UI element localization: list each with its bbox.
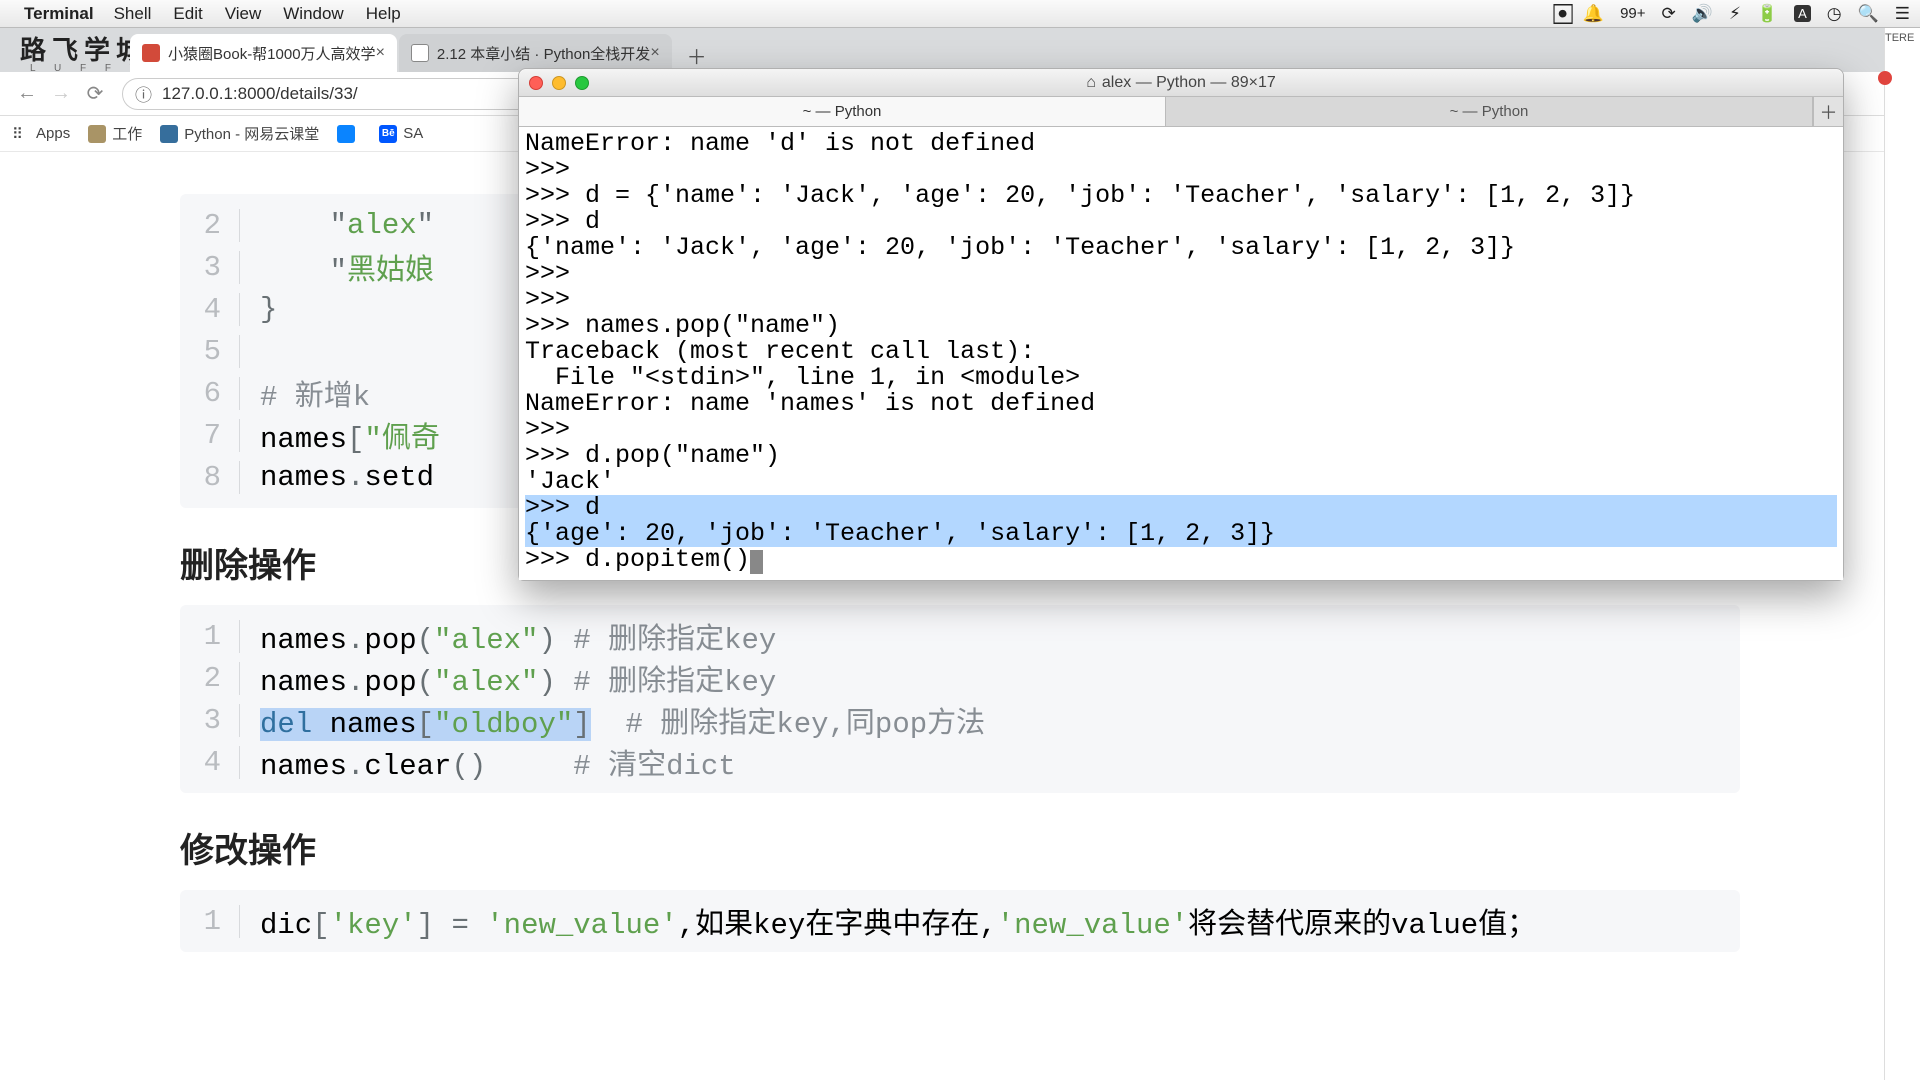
control-center-icon[interactable]: ☰ xyxy=(1895,4,1910,24)
input-source-icon[interactable]: A xyxy=(1794,5,1811,22)
tab-title: 小猿圈Book-帮1000万人高效学 xyxy=(168,43,376,64)
back-button[interactable]: ← xyxy=(10,77,44,111)
menu-edit[interactable]: Edit xyxy=(173,4,202,24)
wifi-icon[interactable]: ⚡︎ xyxy=(1729,4,1741,24)
code-line: 1dic['key'] = 'new_value',如果key在字典中存在,'n… xyxy=(180,900,1740,942)
clock-icon[interactable]: ◷ xyxy=(1827,4,1842,24)
window-close-button[interactable] xyxy=(529,76,543,90)
macos-menubar: Terminal Shell Edit View Window Help ⏺⃞ … xyxy=(0,0,1920,28)
menu-view[interactable]: View xyxy=(225,4,262,24)
url-text: 127.0.0.1:8000/details/33/ xyxy=(162,84,358,104)
terminal-cursor xyxy=(750,550,763,574)
code-block-3: 1dic['key'] = 'new_value',如果key在字典中存在,'n… xyxy=(180,890,1740,952)
behance-icon: Bē xyxy=(379,125,397,143)
window-minimize-button[interactable] xyxy=(552,76,566,90)
bookmark-item[interactable]: BēSA xyxy=(379,125,423,143)
terminal-titlebar[interactable]: ⌂ alex — Python — 89×17 xyxy=(519,69,1843,97)
bookmark-item[interactable] xyxy=(337,125,361,143)
apps-button[interactable]: ⠿Apps xyxy=(12,125,70,143)
bookmark-python[interactable]: Python - 网易云课堂 xyxy=(160,123,319,144)
notification-bell-icon[interactable]: 🔔 xyxy=(1583,4,1604,24)
terminal-tab-active[interactable]: ~ — Python xyxy=(519,97,1166,126)
favicon-icon xyxy=(142,44,160,62)
notification-count: 99+ xyxy=(1620,5,1645,22)
code-block-2: 1names.pop("alex") # 删除指定key2names.pop("… xyxy=(180,605,1740,793)
terminal-window[interactable]: ⌂ alex — Python — 89×17 ~ — Python ~ — P… xyxy=(518,68,1844,581)
favicon-icon xyxy=(411,44,429,62)
window-zoom-button[interactable] xyxy=(575,76,589,90)
menu-window[interactable]: Window xyxy=(283,4,343,24)
python-icon xyxy=(160,125,178,143)
tab-close-icon[interactable]: × xyxy=(650,44,659,62)
terminal-title: ⌂ alex — Python — 89×17 xyxy=(1086,74,1276,92)
battery-icon[interactable]: 🔋 xyxy=(1757,4,1778,24)
code-line: 3del names["oldboy"] # 删除指定key,同pop方法 xyxy=(180,699,1740,741)
spotlight-icon[interactable]: 🔍 xyxy=(1858,4,1879,24)
section-heading-modify: 修改操作 xyxy=(180,823,1740,872)
site-info-icon[interactable]: ⓘ xyxy=(135,81,152,106)
terminal-tab-inactive[interactable]: ~ — Python xyxy=(1166,97,1813,126)
terminal-tabbar: ~ — Python ~ — Python ＋ xyxy=(519,97,1843,127)
apps-grid-icon: ⠿ xyxy=(12,125,30,143)
terminal-new-tab-button[interactable]: ＋ xyxy=(1813,97,1843,126)
site-logo: 路飞学城 xyxy=(20,30,148,67)
extension-badge-icon[interactable] xyxy=(1878,71,1892,85)
browser-tab-inactive[interactable]: 2.12 本章小结 · Python全栈开发 × xyxy=(399,34,672,72)
forward-button[interactable]: → xyxy=(44,77,78,111)
screen-record-icon[interactable]: ⏺⃞ xyxy=(1558,4,1567,24)
code-line: 4names.clear() # 清空dict xyxy=(180,741,1740,783)
menu-shell[interactable]: Shell xyxy=(114,4,152,24)
reload-button[interactable]: ⟳ xyxy=(78,77,112,111)
code-line: 1names.pop("alex") # 删除指定key xyxy=(180,615,1740,657)
code-line: 2names.pop("alex") # 删除指定key xyxy=(180,657,1740,699)
tab-title: 2.12 本章小结 · Python全栈开发 xyxy=(437,43,650,64)
browser-tabstrip: 小猿圈Book-帮1000万人高效学 × 2.12 本章小结 · Python全… xyxy=(0,28,1920,72)
tab-close-icon[interactable]: × xyxy=(376,44,385,62)
menubar-app-name[interactable]: Terminal xyxy=(24,4,94,24)
bookmark-icon xyxy=(337,125,355,143)
new-tab-button[interactable]: ＋ xyxy=(680,38,714,72)
home-icon: ⌂ xyxy=(1086,74,1096,92)
right-edge-partial: TERE xyxy=(1884,28,1920,1080)
sync-icon[interactable]: ⟳ xyxy=(1662,4,1676,24)
browser-tab-active[interactable]: 小猿圈Book-帮1000万人高效学 × xyxy=(130,34,397,72)
menu-help[interactable]: Help xyxy=(366,4,401,24)
terminal-output[interactable]: NameError: name 'd' is not defined>>> >>… xyxy=(519,127,1843,580)
volume-icon[interactable]: 🔊 xyxy=(1692,4,1713,24)
folder-icon xyxy=(88,125,106,143)
bookmark-folder-work[interactable]: 工作 xyxy=(88,123,142,144)
